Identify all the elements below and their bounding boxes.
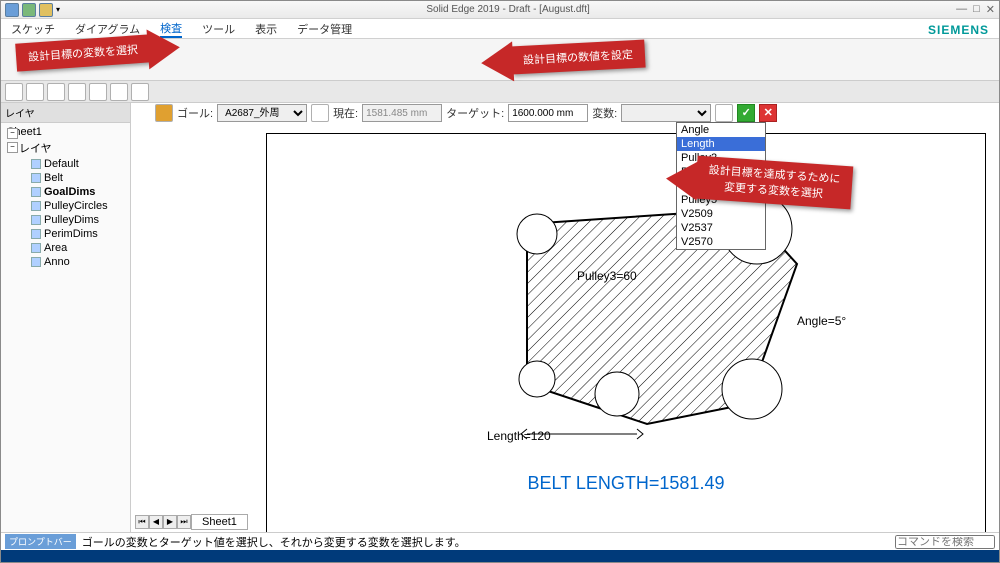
tab-diagram[interactable]: ダイアグラム xyxy=(75,21,140,37)
goal-pick-icon[interactable] xyxy=(311,104,329,122)
tool-icon[interactable] xyxy=(26,83,44,101)
cancel-button[interactable]: ✕ xyxy=(759,104,777,122)
belt-length-label: BELT LENGTH=1581.49 xyxy=(528,473,725,494)
goal-label: ゴール: xyxy=(177,105,213,121)
footer-bar xyxy=(1,550,999,562)
sheet-tabs: ⏮ ◀ ▶ ⏭ Sheet1 xyxy=(135,514,248,530)
tool-icon[interactable] xyxy=(131,83,149,101)
dropdown-option[interactable]: V2509 xyxy=(677,207,765,221)
target-input[interactable] xyxy=(508,104,588,122)
tab-data[interactable]: データ管理 xyxy=(297,21,352,37)
tab-prev-icon[interactable]: ◀ xyxy=(149,515,163,529)
tab-tools[interactable]: ツール xyxy=(202,21,235,37)
tree-root[interactable]: Sheet1 xyxy=(5,125,126,139)
tab-last-icon[interactable]: ⏭ xyxy=(177,515,191,529)
layers-panel: レイヤ Sheet1 レイヤ Default Belt GoalDims Pul… xyxy=(1,103,131,532)
layer-item[interactable]: Default xyxy=(5,157,126,171)
status-bar: プロンプトバー ゴールの変数とターゲット値を選択し、それから変更する変数を選択し… xyxy=(1,532,999,550)
goal-icon[interactable] xyxy=(155,104,173,122)
tab-first-icon[interactable]: ⏮ xyxy=(135,515,149,529)
layer-item[interactable]: Belt xyxy=(5,171,126,185)
tab-view[interactable]: 表示 xyxy=(255,21,277,37)
tool-icon[interactable] xyxy=(5,83,23,101)
layer-item[interactable]: PulleyCircles xyxy=(5,199,126,213)
goal-select[interactable]: A2687_外周 xyxy=(217,104,307,122)
prompt-tag: プロンプトバー xyxy=(5,534,76,549)
accept-button[interactable]: ✓ xyxy=(737,104,755,122)
quick-access-toolbar: ▾ xyxy=(5,3,60,17)
app-icon[interactable] xyxy=(5,3,19,17)
dim-length: Length=120 xyxy=(487,429,551,443)
maximize-button[interactable]: □ xyxy=(973,3,980,16)
command-search[interactable] xyxy=(895,535,995,549)
variable-select[interactable] xyxy=(621,104,711,122)
window-controls: — □ ✕ xyxy=(956,3,995,16)
var-pick-icon[interactable] xyxy=(715,104,733,122)
current-value xyxy=(362,104,442,122)
dropdown-option[interactable]: Length xyxy=(677,137,765,151)
current-label: 現在: xyxy=(333,105,358,121)
save-icon[interactable] xyxy=(22,3,36,17)
dropdown-option[interactable]: Angle xyxy=(677,123,765,137)
tool-icon[interactable] xyxy=(68,83,86,101)
goal-seek-toolbar: ゴール: A2687_外周 現在: ターゲット: 変数: ✓ ✕ xyxy=(151,102,999,124)
title-bar: ▾ Solid Edge 2019 - Draft - [August.dft]… xyxy=(1,1,999,19)
layer-tree: Sheet1 レイヤ Default Belt GoalDims PulleyC… xyxy=(1,123,130,271)
tool-icon[interactable] xyxy=(110,83,128,101)
target-label: ターゲット: xyxy=(446,105,504,121)
close-button[interactable]: ✕ xyxy=(986,3,995,16)
tool-icon[interactable] xyxy=(47,83,65,101)
layer-item[interactable]: GoalDims xyxy=(5,185,126,199)
dim-angle: Angle=5° xyxy=(797,314,846,328)
drawing-sheet[interactable]: Pulley3=60 Angle=5° Length=120 BELT LENG… xyxy=(266,133,986,533)
layer-item[interactable]: PulleyDims xyxy=(5,213,126,227)
quick-toolbar xyxy=(1,81,999,103)
tab-next-icon[interactable]: ▶ xyxy=(163,515,177,529)
prompt-message: ゴールの変数とターゲット値を選択し、それから変更する変数を選択します。 xyxy=(82,534,466,550)
dropdown-option[interactable]: V2570 xyxy=(677,235,765,249)
drawing-canvas: ゴール: A2687_外周 現在: ターゲット: 変数: ✓ ✕ Angle L… xyxy=(131,103,999,532)
brand-logo: SIEMENS xyxy=(928,23,989,37)
dropdown-option[interactable]: V2537 xyxy=(677,221,765,235)
var-label: 変数: xyxy=(592,105,617,121)
tab-sketch[interactable]: スケッチ xyxy=(11,21,55,37)
layer-item[interactable]: Anno xyxy=(5,255,126,269)
tool-icon[interactable] xyxy=(89,83,107,101)
panel-header: レイヤ xyxy=(1,103,130,123)
tree-layers[interactable]: レイヤ xyxy=(5,139,126,157)
sheet-tab[interactable]: Sheet1 xyxy=(191,514,248,530)
layer-item[interactable]: Area xyxy=(5,241,126,255)
layer-item[interactable]: PerimDims xyxy=(5,227,126,241)
minimize-button[interactable]: — xyxy=(956,3,967,16)
undo-icon[interactable] xyxy=(39,3,53,17)
dim-pulley3: Pulley3=60 xyxy=(577,269,637,283)
window-title: Solid Edge 2019 - Draft - [August.dft] xyxy=(60,4,956,15)
